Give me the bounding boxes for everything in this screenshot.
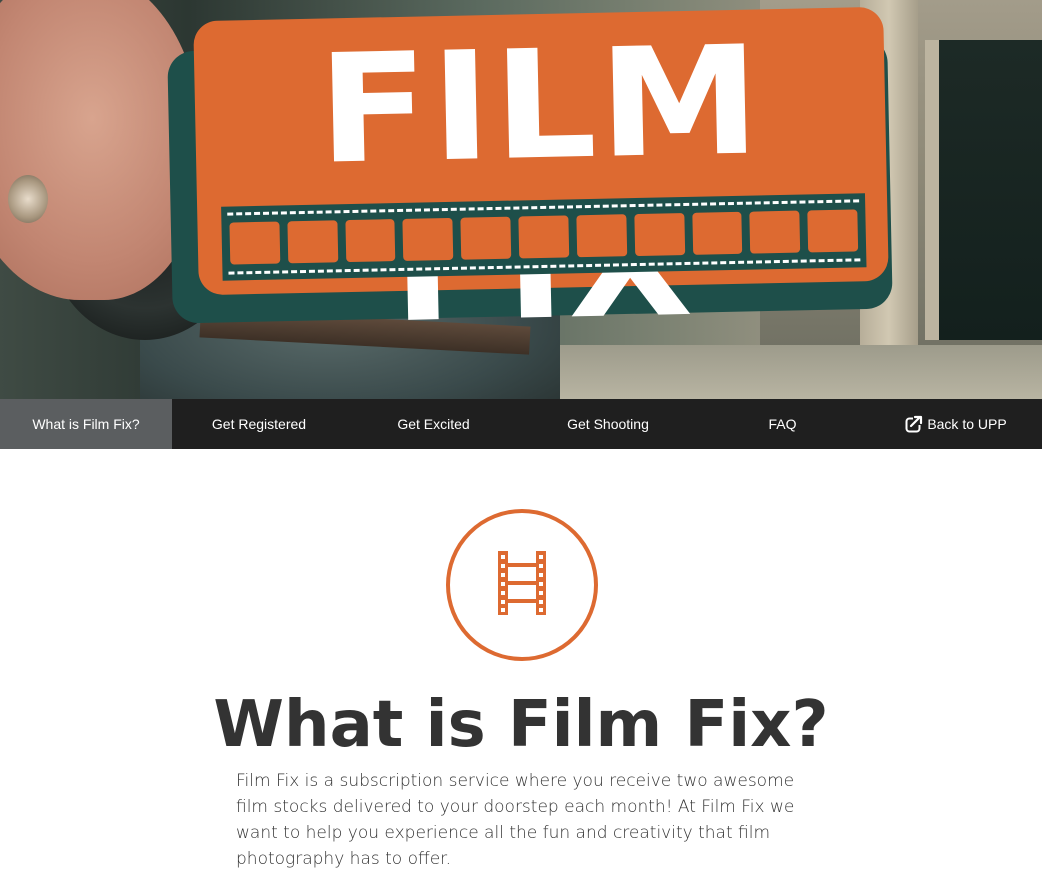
- film-fix-logo: FILM FIX: [193, 6, 889, 356]
- nav-item-what-is-film-fix[interactable]: What is Film Fix?: [0, 399, 172, 449]
- external-link-icon: [905, 415, 924, 433]
- filmstrip-frame: [518, 215, 570, 259]
- filmstrip-frame: [345, 219, 396, 263]
- filmstrip-frame: [691, 211, 743, 255]
- main-nav: What is Film Fix? Get Registered Get Exc…: [0, 399, 1042, 449]
- logo-text: FILM FIX: [316, 14, 764, 356]
- page-title: What is Film Fix?: [213, 688, 829, 762]
- logo-filmstrip: [221, 193, 867, 281]
- filmstrip-frame: [749, 210, 801, 254]
- nav-item-get-shooting[interactable]: Get Shooting: [521, 399, 695, 449]
- main-content: What is Film Fix? Film Fix is a subscrip…: [0, 449, 1042, 884]
- hero-background-door: [925, 40, 1042, 340]
- filmstrip-frame: [460, 216, 512, 260]
- filmstrip-frame: [576, 214, 627, 258]
- back-to-upp-label: Back to UPP: [927, 416, 1007, 432]
- nav-item-back-to-upp[interactable]: Back to UPP: [870, 399, 1042, 449]
- nav-item-get-excited[interactable]: Get Excited: [346, 399, 521, 449]
- nav-item-get-registered[interactable]: Get Registered: [172, 399, 346, 449]
- hero-background-floor: [530, 345, 1042, 399]
- filmstrip-frame: [634, 213, 685, 257]
- filmstrip-frame: [402, 217, 454, 261]
- nav-item-faq[interactable]: FAQ: [695, 399, 870, 449]
- film-icon-circle: [446, 509, 598, 661]
- film-icon: [497, 550, 547, 620]
- filmstrip-frame: [287, 220, 338, 264]
- filmstrip-frames: [229, 209, 859, 265]
- filmstrip-frame: [229, 221, 281, 265]
- hero-banner: FILM FIX: [0, 0, 1042, 399]
- filmstrip-frame: [807, 209, 859, 253]
- hero-ring: [8, 175, 48, 223]
- intro-paragraph: Film Fix is a subscription service where…: [236, 771, 795, 869]
